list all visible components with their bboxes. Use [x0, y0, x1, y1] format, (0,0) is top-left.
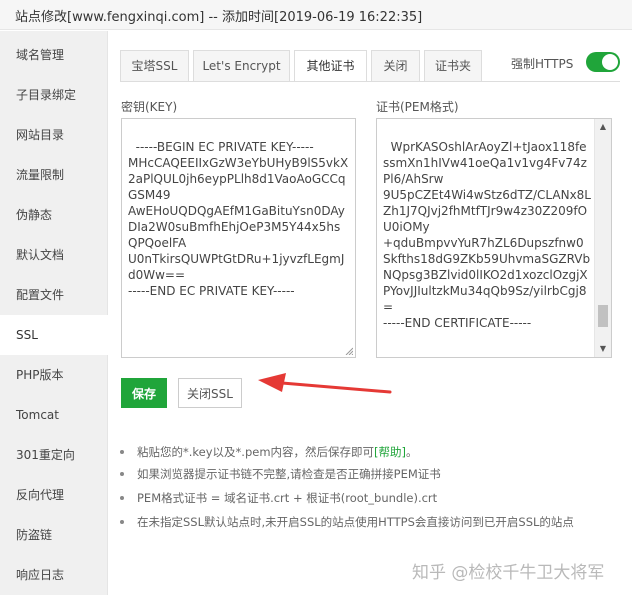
key-text: -----BEGIN EC PRIVATE KEY----- MHcCAQEEI…: [128, 140, 349, 298]
title-bar: 站点修改[www.fengxinqi.com] -- 添加时间[2019-06-…: [0, 0, 632, 30]
tab-other-cert[interactable]: 其他证书: [294, 50, 367, 82]
sidebar-item-subdir[interactable]: 子目录绑定: [0, 75, 107, 115]
save-button[interactable]: 保存: [121, 378, 167, 408]
sidebar-item-proxy[interactable]: 反向代理: [0, 475, 107, 515]
scroll-thumb[interactable]: [598, 305, 608, 327]
tab-bt-ssl[interactable]: 宝塔SSL: [120, 50, 189, 82]
tabs-divider: [120, 81, 620, 82]
force-https-toggle[interactable]: [586, 52, 620, 72]
sidebar: 域名管理 子目录绑定 网站目录 流量限制 伪静态 默认文档 配置文件 SSL P…: [0, 31, 109, 595]
tab-lets-encrypt[interactable]: Let's Encrypt: [193, 50, 290, 82]
sidebar-item-redirect[interactable]: 301重定向: [0, 435, 107, 475]
tip-text: 。: [406, 445, 418, 459]
sidebar-item-rewrite[interactable]: 伪静态: [0, 195, 107, 235]
sidebar-item-default-doc[interactable]: 默认文档: [0, 235, 107, 275]
tip-text: 如果浏览器提示证书链不完整,请检查是否正确拼接PEM证书: [137, 467, 441, 481]
sidebar-item-php[interactable]: PHP版本: [0, 355, 107, 395]
cert-textarea[interactable]: WprKASOshlArAoyZl+tJaox118fessmXn1hIVw41…: [376, 118, 612, 358]
help-link[interactable]: [帮助]: [374, 445, 406, 459]
key-textarea[interactable]: -----BEGIN EC PRIVATE KEY----- MHcCAQEEI…: [121, 118, 356, 358]
key-label: 密钥(KEY): [121, 100, 178, 114]
scroll-down-icon[interactable]: ▼: [595, 341, 611, 357]
sidebar-item-config[interactable]: 配置文件: [0, 275, 107, 315]
tab-close[interactable]: 关闭: [371, 50, 420, 82]
bullet-icon: [120, 519, 124, 524]
tab-cert-folder[interactable]: 证书夹: [424, 50, 482, 82]
bullet-icon: [120, 495, 124, 500]
tip-text: 在未指定SSL默认站点时,未开启SSL的站点使用HTTPS会直接访问到已开启SS…: [137, 515, 574, 529]
cert-text: WprKASOshlArAoyZl+tJaox118fessmXn1hIVw41…: [383, 140, 591, 330]
window-title: 站点修改[www.fengxinqi.com] -- 添加时间[2019-06-…: [15, 10, 423, 25]
tip-text: 粘贴您的*.key以及*.pem内容，然后保存即可: [137, 445, 375, 459]
resize-handle-icon[interactable]: [345, 347, 353, 355]
sidebar-item-site-dir[interactable]: 网站目录: [0, 115, 107, 155]
sidebar-item-log[interactable]: 响应日志: [0, 555, 107, 595]
scroll-up-icon[interactable]: ▲: [595, 119, 611, 135]
watermark: 知乎 @检校千牛卫大将军: [412, 563, 605, 583]
sidebar-item-hotlink[interactable]: 防盗链: [0, 515, 107, 555]
force-https-label: 强制HTTPS: [511, 57, 574, 71]
tip-item: 如果浏览器提示证书链不完整,请检查是否正确拼接PEM证书: [120, 466, 441, 484]
sidebar-item-ssl[interactable]: SSL: [0, 315, 109, 355]
bullet-icon: [120, 471, 124, 476]
red-arrow-annotation-icon: [258, 373, 392, 394]
tip-item: 在未指定SSL默认站点时,未开启SSL的站点使用HTTPS会直接访问到已开启SS…: [120, 514, 574, 532]
bullet-icon: [120, 449, 124, 454]
tip-text: PEM格式证书 = 域名证书.crt + 根证书(root_bundle).cr…: [137, 491, 438, 505]
sidebar-item-domain[interactable]: 域名管理: [0, 35, 107, 75]
cert-scrollbar[interactable]: ▲ ▼: [594, 119, 611, 357]
cert-label: 证书(PEM格式): [376, 100, 459, 114]
close-ssl-button[interactable]: 关闭SSL: [178, 378, 242, 408]
tip-item: 粘贴您的*.key以及*.pem内容，然后保存即可[帮助]。: [120, 444, 418, 462]
toggle-knob: [602, 54, 618, 70]
sidebar-item-tomcat[interactable]: Tomcat: [0, 395, 107, 435]
tip-item: PEM格式证书 = 域名证书.crt + 根证书(root_bundle).cr…: [120, 490, 437, 508]
sidebar-item-traffic[interactable]: 流量限制: [0, 155, 107, 195]
